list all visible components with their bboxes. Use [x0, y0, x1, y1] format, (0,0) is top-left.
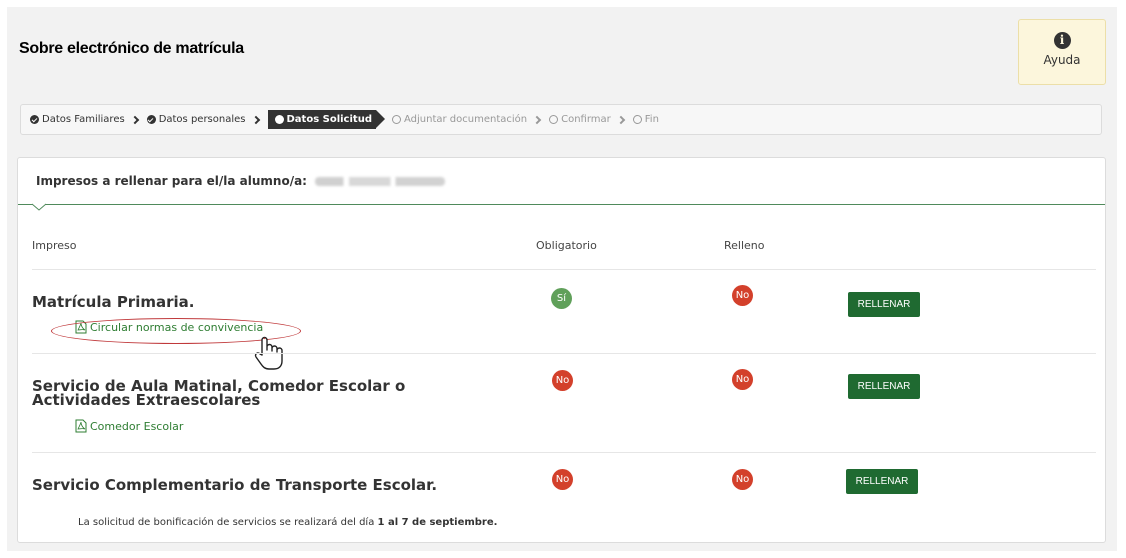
step-label: Datos personales — [158, 114, 246, 125]
chevron-right-icon — [130, 115, 139, 124]
chevron-right-icon — [616, 115, 626, 124]
step-datos-familiares[interactable]: Datos Familiares — [30, 114, 125, 125]
chevron-right-icon — [532, 115, 542, 124]
rellenar-button-matricula[interactable]: RELLENAR — [848, 292, 920, 317]
card-header-title: Impresos a rellenar para el/la alumno/a: — [36, 174, 446, 188]
step-confirmar[interactable]: Confirmar — [549, 114, 611, 125]
circle-icon — [274, 115, 284, 124]
relleno-badge: No — [732, 469, 753, 490]
pdf-icon — [75, 419, 87, 433]
relleno-badge: No — [732, 369, 753, 390]
step-fin[interactable]: Fin — [632, 114, 659, 125]
obligatorio-badge: Sí — [551, 288, 572, 309]
obligatorio-badge: No — [552, 469, 573, 490]
circle-outline-icon — [632, 115, 642, 124]
circle-outline-icon — [549, 115, 559, 124]
check-circle-icon — [30, 115, 39, 124]
chevron-right-icon — [251, 115, 260, 124]
help-label: Ayuda — [1043, 53, 1081, 67]
row-divider — [32, 353, 1096, 354]
page-title: Sobre electrónico de matrícula — [19, 40, 244, 57]
step-datos-solicitud[interactable]: Datos Solicitud — [267, 110, 386, 129]
step-label: Datos Solicitud — [286, 114, 372, 125]
form-title-matricula: Matrícula Primaria. — [32, 293, 195, 311]
step-adjuntar-documentacion[interactable]: Adjuntar documentación — [391, 114, 528, 125]
doc-link-comedor[interactable]: Comedor Escolar — [75, 419, 183, 433]
relleno-badge: No — [732, 285, 753, 306]
step-label: Confirmar — [561, 114, 611, 125]
step-label: Datos Familiares — [42, 114, 125, 125]
wizard-steps: Datos Familiares Datos personales Datos … — [20, 104, 1102, 135]
circle-outline-icon — [391, 115, 401, 124]
form-title-servicio-aula: Servicio de Aula Matinal, Comedor Escola… — [32, 377, 406, 409]
forms-card: Impresos a rellenar para el/la alumno/a:… — [17, 157, 1106, 543]
card-notch — [32, 203, 46, 211]
step-label: Fin — [644, 114, 659, 125]
card-header: Impresos a rellenar para el/la alumno/a: — [18, 158, 1105, 205]
row-divider — [32, 452, 1096, 453]
bonification-note: La solicitud de bonificación de servicio… — [78, 517, 498, 528]
step-label: Adjuntar documentación — [403, 114, 528, 125]
column-header-obligatorio: Obligatorio — [536, 239, 597, 252]
help-button[interactable]: i Ayuda — [1018, 19, 1106, 85]
row-divider — [32, 269, 1096, 270]
form-title-transporte: Servicio Complementario de Transporte Es… — [32, 476, 438, 494]
obligatorio-badge: No — [552, 370, 573, 391]
step-datos-personales[interactable]: Datos personales — [146, 114, 246, 125]
column-header-relleno: Relleno — [724, 239, 765, 252]
info-icon: i — [1053, 32, 1071, 49]
redacted-student-name — [315, 177, 446, 186]
rellenar-button-servicio-aula[interactable]: RELLENAR — [848, 374, 920, 399]
column-header-impreso: Impreso — [32, 239, 77, 252]
check-circle-icon — [146, 115, 156, 124]
rellenar-button-transporte[interactable]: RELLENAR — [846, 469, 918, 494]
